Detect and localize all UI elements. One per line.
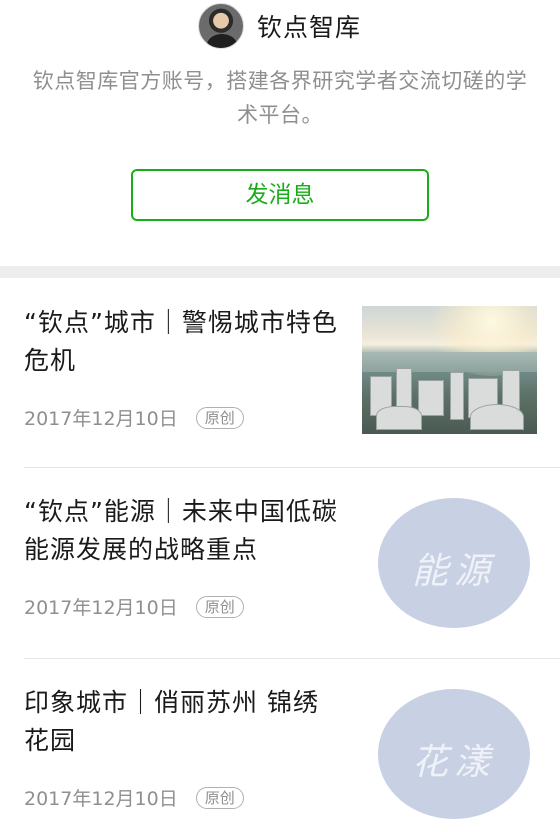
building [376, 406, 422, 430]
article-thumbnail[interactable] [362, 306, 537, 434]
building [450, 372, 464, 420]
article-meta: 2017年12月10日 原创 [24, 784, 244, 811]
original-badge: 原创 [195, 406, 244, 429]
calligraphy-text: 能源 [411, 551, 496, 592]
row-divider [24, 658, 560, 659]
original-badge: 原创 [195, 595, 244, 618]
article-title[interactable]: “钦点”能源｜未来中国低碳能源发展的战略重点 [24, 493, 339, 569]
calligraphy-text: 花漾 [411, 742, 496, 783]
article-title[interactable]: 印象城市｜俏丽苏州 锦绣花园 [24, 684, 339, 760]
article-meta: 2017年12月10日 原创 [24, 404, 244, 431]
article-item[interactable]: “钦点”城市｜警惕城市特色危机 2017年12月10日 原创 [0, 278, 560, 470]
account-description: 钦点智库官方账号，搭建各界研究学者交流切磋的学术平台。 [32, 69, 528, 127]
send-message-button[interactable]: 发消息 [131, 169, 429, 221]
building [470, 404, 524, 430]
article-date: 2017年12月10日 [24, 597, 178, 619]
article-item[interactable]: “钦点”能源｜未来中国低碳能源发展的战略重点 2017年12月10日 原创 能源 [0, 467, 560, 659]
article-thumbnail[interactable]: 能源 [378, 498, 530, 628]
article-item[interactable]: 印象城市｜俏丽苏州 锦绣花园 2017年12月10日 原创 花漾 [0, 658, 560, 832]
row-divider [24, 467, 560, 468]
article-date: 2017年12月10日 [24, 408, 178, 430]
article-meta: 2017年12月10日 原创 [24, 593, 244, 620]
account-name: 钦点智库 [257, 13, 362, 42]
account-profile: 钦点智库 钦点智库官方账号，搭建各界研究学者交流切磋的学术平台。 发消息 [0, 0, 560, 266]
section-divider [0, 266, 560, 278]
article-date: 2017年12月10日 [24, 788, 178, 810]
article-title[interactable]: “钦点”城市｜警惕城市特色危机 [24, 304, 339, 380]
building [418, 380, 444, 416]
account-avatar[interactable] [198, 3, 244, 49]
water-strip [362, 352, 537, 372]
article-thumbnail[interactable]: 花漾 [378, 689, 530, 819]
original-badge: 原创 [195, 786, 244, 809]
